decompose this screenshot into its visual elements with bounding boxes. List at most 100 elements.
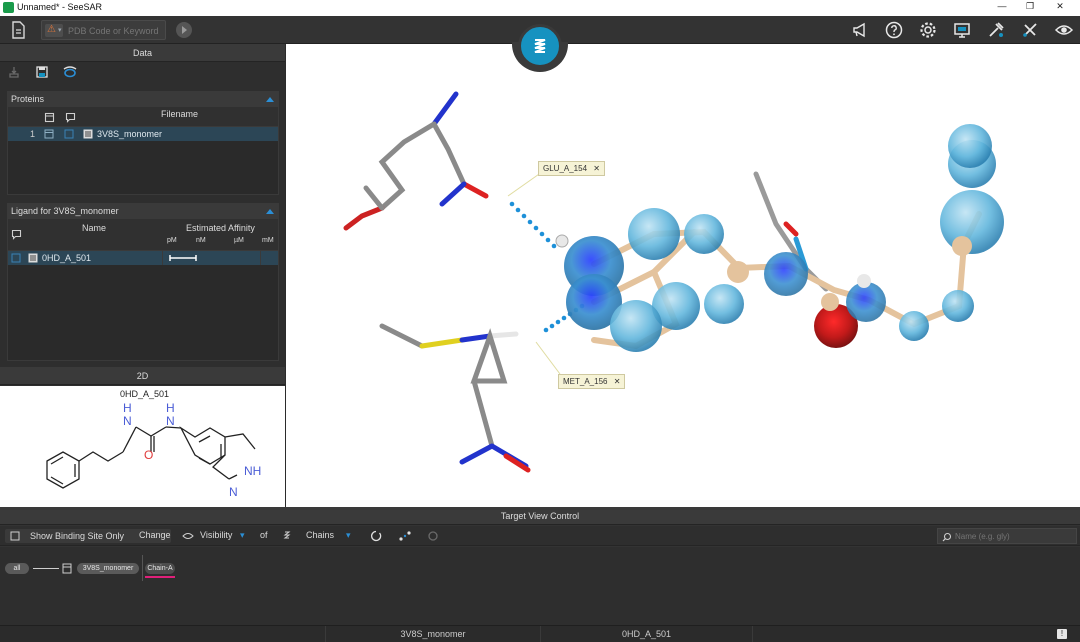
table-row[interactable]: 0HD_A_501 bbox=[8, 251, 278, 265]
residue-callout-met[interactable]: MET_A_156 ✕ bbox=[558, 374, 626, 389]
search-icon bbox=[942, 532, 952, 542]
chains-label: Chains bbox=[306, 530, 335, 540]
data-panel-title: Data bbox=[0, 44, 285, 62]
protein-filename: 3V8S_monomer bbox=[97, 129, 163, 139]
panel-2d-canvas[interactable]: 0HD_A_501 H N H N O NH N bbox=[0, 386, 285, 507]
pdb-search-box[interactable]: ⚠ ▾ bbox=[41, 20, 166, 40]
status-spacer bbox=[752, 626, 1080, 642]
collapse-arrow-icon[interactable] bbox=[266, 97, 274, 102]
warning-icon: ⚠ bbox=[47, 24, 56, 35]
protein-ligand-scene bbox=[343, 91, 1004, 473]
close-window-button[interactable]: ✕ bbox=[1050, 1, 1070, 15]
residue-search-box[interactable] bbox=[937, 528, 1077, 544]
residue-search-input[interactable] bbox=[955, 530, 1073, 543]
callout-close-icon[interactable]: ✕ bbox=[614, 377, 621, 386]
file-icon bbox=[28, 253, 38, 263]
data-panel: Data Proteins Filename 1 3V8S_monomer Li… bbox=[0, 44, 285, 507]
show-binding-site-only-label: Show Binding Site Only bbox=[30, 531, 125, 541]
ligand-name: 0HD_A_501 bbox=[42, 253, 92, 263]
file-icon bbox=[83, 129, 93, 139]
restore-button[interactable]: ❐ bbox=[1020, 1, 1040, 15]
pdb-search-input[interactable] bbox=[68, 23, 164, 38]
eye-icon bbox=[182, 533, 194, 539]
chain-selected-underline bbox=[145, 576, 175, 578]
presentation-screen-icon[interactable] bbox=[952, 20, 972, 40]
chain-icon bbox=[283, 531, 291, 539]
protein-visibility-icon[interactable] bbox=[44, 129, 54, 139]
settings-gear-icon[interactable] bbox=[918, 20, 938, 40]
name-column-header[interactable]: Name bbox=[82, 223, 106, 233]
tree-node-chain[interactable]: Chain-A bbox=[145, 563, 175, 574]
molecule-3d-viewer[interactable]: GLU_A_154 ✕ MET_A_156 ✕ bbox=[286, 24, 1080, 507]
chevron-down-icon: ▾ bbox=[346, 530, 351, 540]
ligand-section-header[interactable]: Ligand for 3V8S_monomer bbox=[8, 204, 278, 219]
window-titlebar: Unnamed* - SeeSAR — ❐ ✕ bbox=[0, 0, 1080, 16]
proteins-column-header: Filename bbox=[8, 107, 278, 127]
comment-header-icon[interactable] bbox=[11, 229, 22, 240]
toolbar-right-icons bbox=[850, 20, 1074, 40]
of-label: of bbox=[260, 530, 268, 540]
atom-o: O bbox=[144, 448, 154, 462]
protein-visibility-header-icon[interactable] bbox=[44, 112, 55, 123]
new-file-icon[interactable] bbox=[9, 20, 27, 40]
binding-site-icon[interactable] bbox=[62, 65, 78, 79]
target-view-control-panel: Target View Control Show Binding Site On… bbox=[0, 507, 1080, 625]
announcement-icon[interactable] bbox=[850, 20, 870, 40]
unit-um: µM bbox=[234, 237, 244, 244]
proteins-section-header[interactable]: Proteins bbox=[8, 92, 278, 107]
tree-node-protein[interactable]: 3V8S_monomer bbox=[77, 563, 139, 574]
ligand-section-title: Ligand for 3V8S_monomer bbox=[11, 206, 119, 216]
measure-tools-icon[interactable] bbox=[1020, 20, 1040, 40]
visibility-dropdown[interactable]: Visibility ▾ bbox=[176, 529, 252, 543]
callout-label: GLU_A_154 bbox=[543, 164, 588, 173]
callout-label: MET_A_156 bbox=[563, 377, 608, 386]
import-icon[interactable] bbox=[7, 65, 21, 79]
tree-node-all[interactable]: all bbox=[5, 563, 29, 574]
ligand-comment-icon[interactable] bbox=[11, 253, 21, 263]
proteins-section-title: Proteins bbox=[11, 94, 45, 104]
residue-callout-glu[interactable]: GLU_A_154 ✕ bbox=[538, 161, 605, 176]
ligand-2d-structure bbox=[46, 426, 256, 489]
center-view-icon[interactable] bbox=[398, 530, 412, 542]
table-row[interactable]: 1 3V8S_monomer bbox=[8, 127, 278, 141]
screenshot-disabled-icon[interactable] bbox=[426, 530, 440, 542]
protein-node-icon bbox=[62, 563, 72, 574]
comment-header-icon[interactable] bbox=[65, 112, 76, 123]
atom-n-right: N bbox=[166, 414, 175, 428]
warning-dropdown[interactable]: ⚠ ▾ bbox=[45, 24, 63, 37]
target-view-control-toolbar: Show Binding Site Only Change Visibility… bbox=[0, 526, 1080, 546]
tools-hammer-icon[interactable] bbox=[986, 20, 1006, 40]
window-title: Unnamed* - SeeSAR bbox=[17, 2, 103, 12]
panel-2d-title: 2D bbox=[0, 367, 285, 385]
reset-icon[interactable] bbox=[370, 530, 382, 542]
visibility-eye-icon[interactable] bbox=[1054, 20, 1074, 40]
protein-comment-icon[interactable] bbox=[64, 129, 74, 139]
chains-dropdown[interactable]: Chains ▾ bbox=[278, 529, 358, 543]
affinity-column-header[interactable]: Estimated Affinity bbox=[186, 223, 255, 233]
unit-mm: mM bbox=[262, 237, 274, 244]
data-panel-icon-row bbox=[0, 62, 285, 84]
affinity-range-bar bbox=[169, 255, 197, 261]
atom-h-left: H bbox=[123, 401, 132, 415]
unit-nm: nM bbox=[196, 237, 206, 244]
chevron-down-icon: ▾ bbox=[240, 530, 245, 540]
help-icon[interactable] bbox=[884, 20, 904, 40]
atom-h-right: H bbox=[166, 401, 175, 415]
filename-column-header[interactable]: Filename bbox=[161, 109, 198, 119]
row-index: 1 bbox=[30, 129, 36, 139]
minimize-button[interactable]: — bbox=[992, 1, 1012, 15]
target-view-control-title: Target View Control bbox=[0, 507, 1080, 525]
atom-indazole-n: N bbox=[229, 485, 238, 499]
save-icon[interactable] bbox=[35, 65, 49, 79]
collapse-arrow-icon[interactable] bbox=[266, 209, 274, 214]
ligand-column-header: Name Estimated Affinity pM nM µM mM bbox=[8, 219, 278, 251]
status-protein: 3V8S_monomer bbox=[325, 626, 540, 642]
callout-close-icon[interactable]: ✕ bbox=[593, 164, 600, 173]
proteins-section: Proteins Filename 1 3V8S_monomer bbox=[7, 91, 279, 195]
go-button-icon[interactable] bbox=[175, 20, 193, 40]
ligand-section: Ligand for 3V8S_monomer Name Estimated A… bbox=[7, 203, 279, 361]
status-bar: 3V8S_monomer 0HD_A_501 ! bbox=[0, 625, 1080, 642]
change-label: Change bbox=[139, 530, 171, 540]
notification-icon[interactable]: ! bbox=[1057, 629, 1067, 639]
checkbox-icon bbox=[10, 531, 20, 541]
